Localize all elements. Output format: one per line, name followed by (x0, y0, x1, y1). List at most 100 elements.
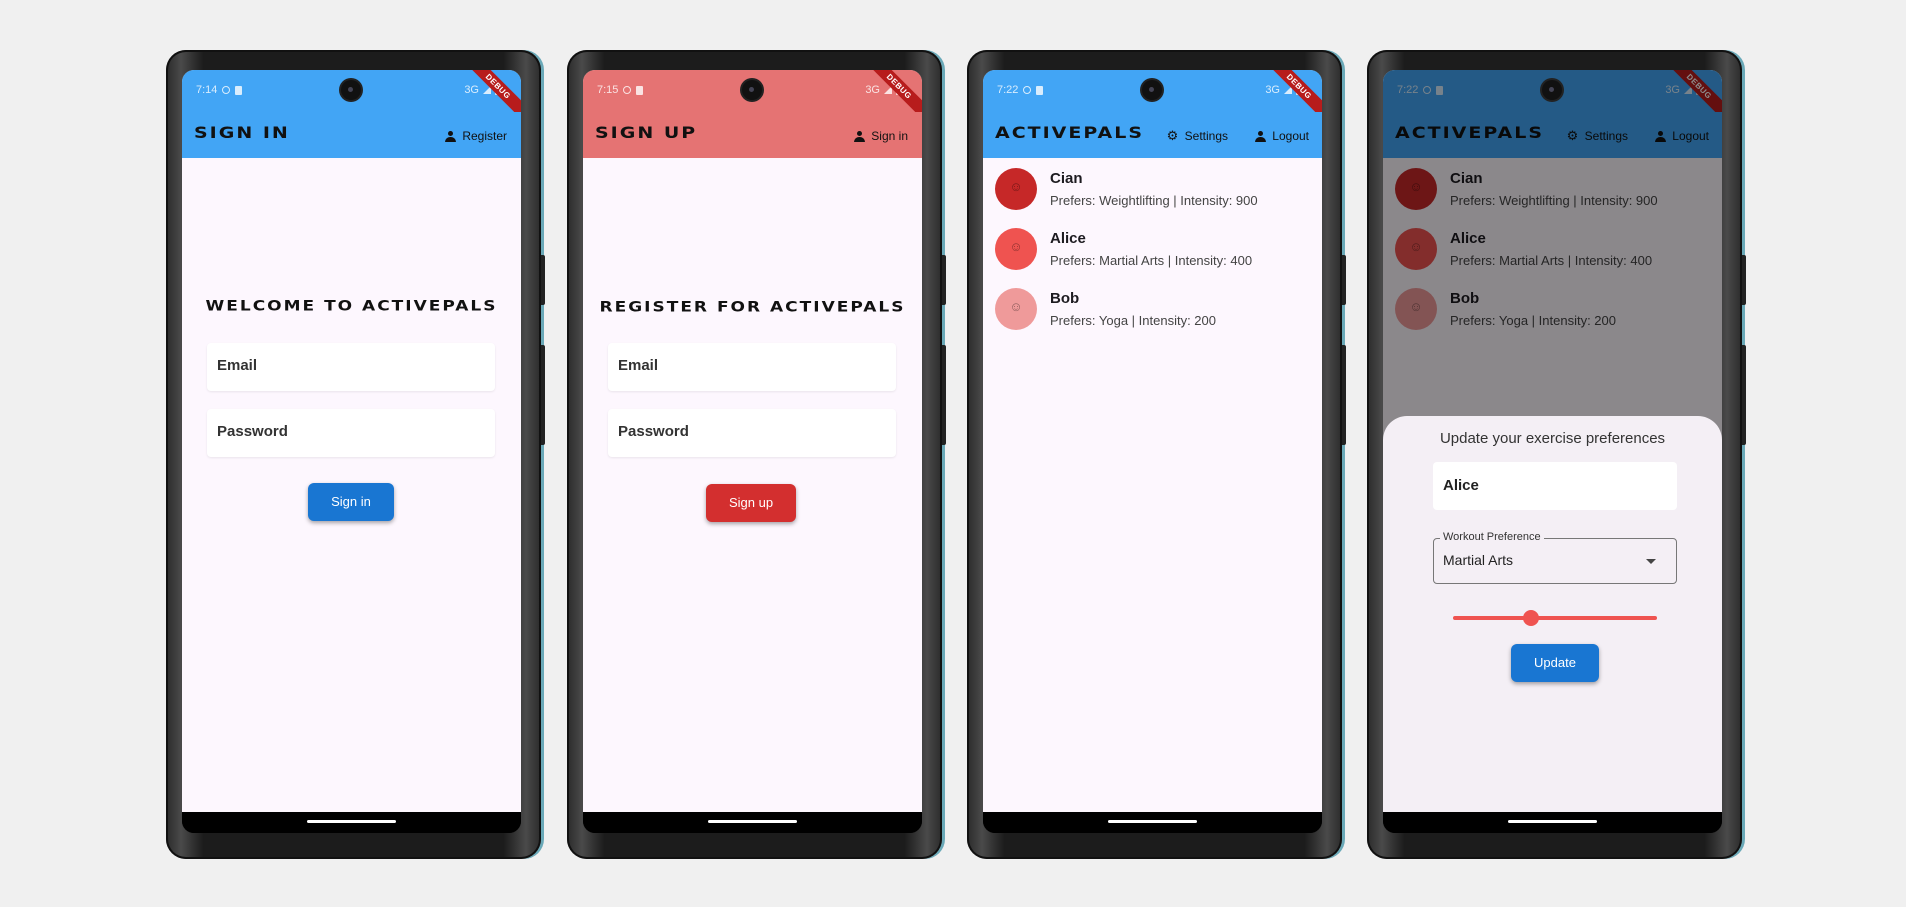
sim-icon (235, 85, 243, 95)
welcome-heading: Welcome to ActivePals (205, 297, 498, 315)
side-button (541, 345, 545, 445)
user-details: Prefers: Martial Arts | Intensity: 400 (1050, 253, 1253, 268)
page-title: Sign up (595, 123, 698, 143)
status-time: 7:22 (997, 84, 1019, 96)
slider-thumb[interactable] (1522, 610, 1539, 626)
smile-icon: ☺ (1009, 299, 1023, 314)
register-button[interactable]: Register (445, 129, 507, 143)
nav-bar (1383, 812, 1722, 833)
logout-label: Logout (1272, 129, 1309, 143)
user-name: Cian (1050, 170, 1083, 187)
side-button (1742, 255, 1746, 305)
intensity-slider[interactable] (1453, 608, 1657, 628)
list-item[interactable]: ☺ Alice Prefers: Martial Arts | Intensit… (995, 228, 1315, 274)
email-label: Email (217, 357, 258, 374)
settings-label: Settings (1184, 129, 1228, 143)
person-icon (1255, 130, 1267, 142)
side-button (942, 255, 946, 305)
workout-preference-dropdown[interactable]: Workout Preference Martial Arts (1433, 531, 1677, 584)
email-label: Email (618, 357, 659, 374)
app-bar: Sign up Sign in (583, 112, 922, 158)
user-name: Alice (1050, 230, 1086, 247)
camera-icon (742, 80, 762, 100)
side-button (1342, 345, 1346, 445)
network-label: 3G (464, 84, 479, 96)
sim-icon (1036, 85, 1044, 95)
side-button (541, 255, 545, 305)
phone-home: 7:22 3G DEBUG ActivePals ⚙ Settings Logo… (967, 50, 1346, 859)
screen: 7:14 3G DEBUG Sign in Register Welcome t… (182, 70, 521, 833)
password-label: Password (618, 423, 689, 440)
side-button (1742, 345, 1746, 445)
bottom-sheet: Update your exercise preferences Alice W… (1383, 416, 1722, 812)
app-bar: Sign in Register (182, 112, 521, 158)
dropdown-label: Workout Preference (1440, 531, 1544, 543)
register-heading: Register for ActivePals (599, 298, 906, 316)
password-label: Password (217, 423, 288, 440)
list-item[interactable]: ☺ Cian Prefers: Weightlifting | Intensit… (995, 168, 1315, 214)
email-field[interactable]: Email (608, 343, 896, 391)
smile-icon: ☺ (1009, 239, 1023, 254)
signup-page: 7:15 3G DEBUG Sign up Sign in Register f… (583, 70, 922, 812)
notification-icon (623, 86, 632, 94)
register-label: Register (462, 129, 507, 143)
password-field[interactable]: Password (207, 409, 495, 457)
nav-bar (583, 812, 922, 833)
camera-icon (1142, 80, 1162, 100)
avatar: ☺ (995, 228, 1037, 270)
network-label: 3G (865, 84, 880, 96)
status-time: 7:14 (196, 84, 218, 96)
screen: 7:22 3G DEBUG ActivePals ⚙ Settings Logo… (1383, 70, 1722, 833)
avatar: ☺ (995, 168, 1037, 210)
page-title: ActivePals (995, 123, 1145, 143)
dropdown-value: Martial Arts (1443, 552, 1514, 568)
phone-update: 7:22 3G DEBUG ActivePals ⚙ Settings Logo… (1367, 50, 1746, 859)
update-button[interactable]: Update (1511, 644, 1599, 682)
password-field[interactable]: Password (608, 409, 896, 457)
screen: 7:22 3G DEBUG ActivePals ⚙ Settings Logo… (983, 70, 1322, 833)
home-indicator[interactable] (708, 820, 797, 823)
logout-button[interactable]: Logout (1255, 129, 1309, 143)
nav-bar (983, 812, 1322, 833)
slider-track (1453, 616, 1657, 620)
signin-link-label: Sign in (871, 129, 908, 143)
person-icon (854, 130, 866, 142)
network-label: 3G (1265, 84, 1280, 96)
app-bar: ActivePals ⚙ Settings Logout (983, 112, 1322, 158)
sim-icon (636, 85, 644, 95)
phone-signup: 7:15 3G DEBUG Sign up Sign in Register f… (567, 50, 946, 859)
notification-icon (222, 86, 231, 94)
home-page: 7:22 3G DEBUG ActivePals ⚙ Settings Logo… (983, 70, 1322, 812)
side-button (1342, 255, 1346, 305)
update-page: 7:22 3G DEBUG ActivePals ⚙ Settings Logo… (1383, 70, 1722, 812)
signin-button[interactable]: Sign in (308, 483, 394, 521)
home-indicator[interactable] (1108, 820, 1197, 823)
email-field[interactable]: Email (207, 343, 495, 391)
list-item[interactable]: ☺ Bob Prefers: Yoga | Intensity: 200 (995, 288, 1315, 334)
signin-page: 7:14 3G DEBUG Sign in Register Welcome t… (182, 70, 521, 812)
status-time: 7:15 (597, 84, 619, 96)
signup-button[interactable]: Sign up (706, 484, 796, 522)
name-field[interactable]: Alice (1433, 462, 1677, 510)
camera-icon (1542, 80, 1562, 100)
smile-icon: ☺ (1009, 179, 1023, 194)
user-name: Bob (1050, 290, 1080, 307)
nav-bar (182, 812, 521, 833)
user-details: Prefers: Weightlifting | Intensity: 900 (1050, 193, 1258, 208)
home-indicator[interactable] (1508, 820, 1597, 823)
settings-button[interactable]: ⚙ Settings (1167, 129, 1228, 143)
sheet-title: Update your exercise preferences (1439, 430, 1666, 447)
phone-signin: 7:14 3G DEBUG Sign in Register Welcome t… (166, 50, 545, 859)
home-indicator[interactable] (307, 820, 396, 823)
dropdown-arrow-icon (1646, 559, 1656, 564)
page-title: Sign in (194, 123, 290, 143)
signin-link-button[interactable]: Sign in (854, 129, 908, 143)
name-value: Alice (1443, 477, 1479, 494)
screen: 7:15 3G DEBUG Sign up Sign in Register f… (583, 70, 922, 833)
person-icon (445, 130, 457, 142)
camera-icon (341, 80, 361, 100)
avatar: ☺ (995, 288, 1037, 330)
user-details: Prefers: Yoga | Intensity: 200 (1050, 313, 1216, 328)
side-button (942, 345, 946, 445)
gear-icon: ⚙ (1166, 128, 1179, 143)
